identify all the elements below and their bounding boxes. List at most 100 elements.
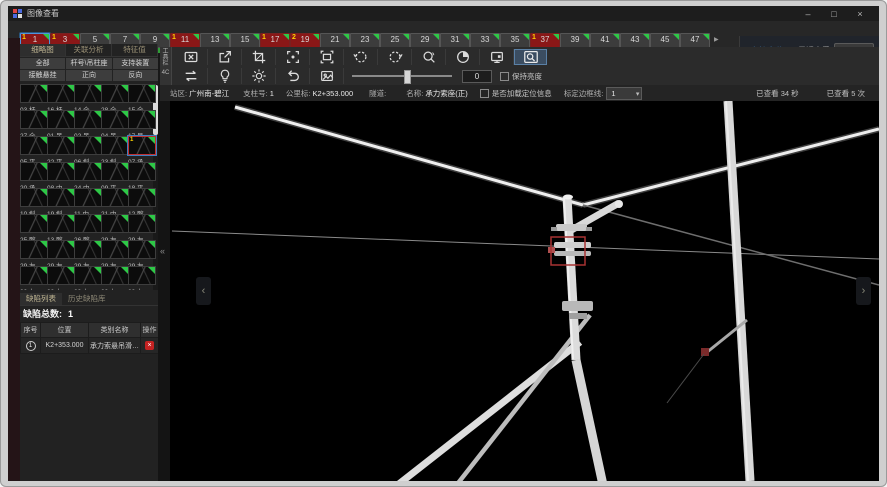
- tab-defect-history[interactable]: 历史缺陷库: [62, 293, 112, 305]
- thumbnail-image[interactable]: [101, 266, 129, 285]
- pole-tab-35[interactable]: 35: [500, 33, 530, 48]
- pole-tab-25[interactable]: 25: [380, 33, 410, 48]
- pole-tab-15[interactable]: 15: [230, 33, 260, 48]
- tab-defect-list[interactable]: 缺陷列表: [20, 293, 62, 305]
- thumbnail-image[interactable]: [20, 84, 48, 103]
- pole-tab-29[interactable]: 29: [410, 33, 440, 48]
- pole-tab-39[interactable]: 39: [560, 33, 590, 48]
- thumbnail-image[interactable]: [74, 110, 102, 129]
- tab-relation-analysis[interactable]: 关联分析: [66, 44, 112, 56]
- thumbnail-item[interactable]: 29 左...: [74, 266, 100, 290]
- tab-feature-value[interactable]: 特征值: [112, 44, 158, 56]
- thumbnail-image[interactable]: [20, 188, 48, 207]
- deselect-icon[interactable]: [174, 49, 208, 65]
- thumbnail-image[interactable]: [128, 240, 156, 259]
- thumbnail-image[interactable]: [74, 136, 102, 155]
- fit-actual-icon[interactable]: [276, 49, 310, 65]
- thumbnail-image[interactable]: [101, 136, 129, 155]
- thumbnail-image[interactable]: [101, 188, 129, 207]
- swap-compare-icon[interactable]: [174, 68, 208, 84]
- thumbnail-image[interactable]: [74, 240, 102, 259]
- thumbnail-image[interactable]: [101, 240, 129, 259]
- thumbnail-image[interactable]: 1: [128, 136, 156, 155]
- thumbnail-image[interactable]: [47, 110, 75, 129]
- pole-tab-13[interactable]: 13: [200, 33, 230, 48]
- pole-tab-47[interactable]: 47: [680, 33, 710, 48]
- thumbnail-image[interactable]: [74, 188, 102, 207]
- pole-tab-11[interactable]: 111: [170, 33, 200, 48]
- thumbnail-image[interactable]: [128, 162, 156, 181]
- brightness-slider[interactable]: [352, 75, 452, 77]
- pole-tab-43[interactable]: 43: [620, 33, 650, 48]
- thumbnail-image[interactable]: [101, 84, 129, 103]
- thumbnail-image[interactable]: [74, 84, 102, 103]
- thumbnail-image[interactable]: [74, 214, 102, 233]
- pole-tab-19[interactable]: 219: [290, 33, 320, 48]
- thumbnail-image[interactable]: [128, 214, 156, 233]
- pole-tab-37[interactable]: 137: [530, 33, 560, 48]
- thumbnail-image[interactable]: [47, 240, 75, 259]
- collapse-sidebar-icon[interactable]: «: [160, 246, 165, 256]
- thumbnail-image[interactable]: [20, 110, 48, 129]
- time-pie-icon[interactable]: [446, 49, 480, 65]
- thumbnail-image[interactable]: [47, 162, 75, 181]
- pole-tab-17[interactable]: 117: [260, 33, 290, 48]
- main-image-area[interactable]: ‹ ›: [170, 101, 879, 481]
- thumbnail-image[interactable]: [128, 188, 156, 207]
- slider-track[interactable]: [352, 75, 452, 77]
- thumbnail-image[interactable]: [47, 214, 75, 233]
- presentation-icon[interactable]: [480, 49, 514, 65]
- thumbnail-image[interactable]: [74, 162, 102, 181]
- thumbnail-image[interactable]: [128, 84, 156, 103]
- thumbnail-item[interactable]: 29 左...: [128, 266, 154, 290]
- delete-defect-button[interactable]: ×: [145, 341, 154, 350]
- pole-tab-31[interactable]: 31: [440, 33, 470, 48]
- filter-support-button[interactable]: 支持装置: [113, 58, 158, 69]
- crop-icon[interactable]: [242, 49, 276, 65]
- pole-tab-33[interactable]: 33: [470, 33, 500, 48]
- thumbnail-image[interactable]: [20, 214, 48, 233]
- pole-tab-45[interactable]: 45: [650, 33, 680, 48]
- thumbnail-image[interactable]: [20, 136, 48, 155]
- close-button[interactable]: ×: [847, 6, 873, 21]
- thumbnail-image[interactable]: [47, 84, 75, 103]
- filter-forward-button[interactable]: 正向: [66, 70, 111, 81]
- pole-tab-21[interactable]: 21: [320, 33, 350, 48]
- defect-table-row[interactable]: 1 K2+353.000 承力索悬吊滑轮断裂 ×: [21, 338, 159, 354]
- thumbnail-image[interactable]: [47, 136, 75, 155]
- prev-image-button[interactable]: ‹: [196, 277, 211, 305]
- filter-pole-button[interactable]: 杆号\吊柱座: [66, 58, 111, 69]
- minimize-button[interactable]: –: [795, 6, 821, 21]
- tab-thumbnails[interactable]: 细略图: [20, 44, 66, 56]
- thumbnail-image[interactable]: [20, 162, 48, 181]
- thumbnail-image[interactable]: [101, 110, 129, 129]
- filter-reverse-button[interactable]: 反向: [113, 70, 158, 81]
- thumbnail-image[interactable]: [74, 266, 102, 285]
- slider-handle[interactable]: [404, 70, 411, 84]
- border-line-dropdown[interactable]: 1 ▾: [606, 87, 642, 100]
- rotate-ccw-icon[interactable]: [344, 49, 378, 65]
- next-image-button[interactable]: ›: [856, 277, 871, 305]
- thumbnail-image[interactable]: [128, 110, 156, 129]
- lamp-icon[interactable]: [208, 68, 242, 84]
- fit-screen-icon[interactable]: [310, 49, 344, 65]
- keep-brightness-checkbox[interactable]: [500, 72, 509, 81]
- rotate-cw-icon[interactable]: [378, 49, 412, 65]
- thumbnail-image[interactable]: [101, 162, 129, 181]
- thumbnail-image[interactable]: [20, 240, 48, 259]
- pole-tab-23[interactable]: 23: [350, 33, 380, 48]
- thumbnail-item[interactable]: 29 左...: [47, 266, 73, 290]
- filter-suspension-button[interactable]: 接触悬挂: [20, 70, 65, 81]
- picture-icon[interactable]: [310, 68, 344, 84]
- thumbnail-image[interactable]: [47, 188, 75, 207]
- undo-icon[interactable]: [276, 68, 310, 84]
- brightness-icon[interactable]: [242, 68, 276, 84]
- load-position-checkbox[interactable]: [480, 89, 489, 98]
- tab-scroll-right-icon[interactable]: ▶: [714, 36, 719, 43]
- export-image-icon[interactable]: [208, 49, 242, 65]
- filter-all-button[interactable]: 全部: [20, 58, 65, 69]
- thumbnail-item[interactable]: 29 左...: [101, 266, 127, 290]
- maximize-button[interactable]: □: [821, 6, 847, 21]
- brightness-value-input[interactable]: [462, 70, 492, 83]
- zoom-original-icon[interactable]: [412, 49, 446, 65]
